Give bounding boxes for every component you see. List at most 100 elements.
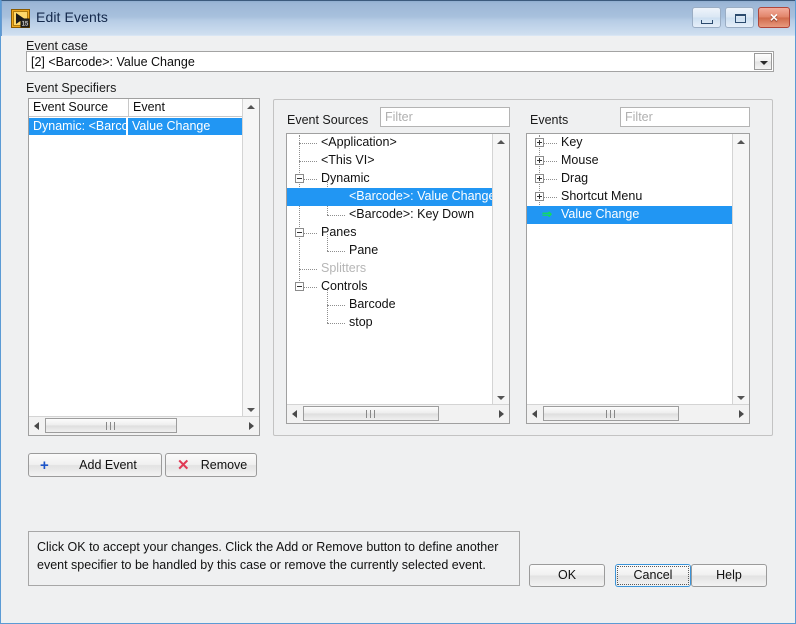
tree-item[interactable]: Splitters [287,260,509,278]
sources-horizontal-scrollbar[interactable] [287,404,509,423]
remove-button[interactable]: ✕ Remove [165,453,257,477]
hint-text: Click OK to accept your changes. Click t… [37,540,499,572]
svg-text:15: 15 [22,22,29,28]
scroll-grip-icon [366,410,376,418]
tree-item[interactable]: Mouse [527,152,749,170]
tree-item[interactable]: Dynamic [287,170,509,188]
ok-button[interactable]: OK [529,564,605,587]
tree-item[interactable]: <Barcode>: Key Down [287,206,509,224]
event-sources-filter-input[interactable] [380,107,510,127]
scroll-right-icon[interactable] [733,405,749,422]
assigned-event-arrow-icon: ⇒ [542,207,553,221]
scroll-up-icon[interactable] [733,134,749,150]
tree-item[interactable]: <Barcode>: Value Change [287,188,509,206]
scroll-up-icon[interactable] [493,134,509,150]
close-icon: × [769,9,779,25]
title-bar: 15 Edit Events × [1,0,795,36]
event-sources-tree-canvas: <Application> <This VI> Dynamic <Barcode>: … [287,134,509,388]
expand-icon[interactable] [535,138,544,147]
chevron-down-icon[interactable] [754,53,772,70]
scroll-left-icon[interactable] [287,405,303,422]
plus-icon: + [40,457,49,474]
scroll-left-icon[interactable] [29,417,45,434]
specifiers-horizontal-scrollbar[interactable] [29,416,259,435]
tree-item[interactable]: stop [287,314,509,332]
remove-label: Remove [200,458,248,472]
collapse-icon[interactable] [295,228,304,237]
tree-item-label: Pane [349,243,379,257]
tree-item[interactable]: ⇒ Value Change [527,206,749,224]
expand-icon[interactable] [535,174,544,183]
cancel-button[interactable]: Cancel [615,564,691,587]
tree-item[interactable]: Shortcut Menu [527,188,749,206]
events-filter-input[interactable] [620,107,750,127]
help-label: Help [716,568,742,582]
scroll-thumb[interactable] [45,418,177,433]
scroll-thumb[interactable] [303,406,439,421]
scroll-right-icon[interactable] [243,417,259,434]
tree-item[interactable]: Controls [287,278,509,296]
tree-item-label: <Barcode>: Value Change [349,189,496,203]
tree-item[interactable]: Panes [287,224,509,242]
expand-icon[interactable] [535,192,544,201]
scroll-up-icon[interactable] [243,99,259,115]
tree-item-label: Dynamic [321,171,370,185]
events-vertical-scrollbar[interactable] [732,134,749,406]
column-header-event[interactable]: Event [129,99,243,117]
tree-item-label: <Application> [321,135,397,149]
cell-event-source: Dynamic: <Barcode> [29,118,126,135]
cancel-label: Cancel [633,568,673,582]
tree-item-label: Barcode [349,297,396,311]
event-case-combo[interactable]: [2] <Barcode>: Value Change [26,51,774,72]
maximize-icon [735,14,746,23]
tree-item-label: <This VI> [321,153,375,167]
event-specifiers-label: Event Specifiers [26,81,117,95]
specifiers-vertical-scrollbar[interactable] [242,99,259,418]
events-horizontal-scrollbar[interactable] [527,404,749,423]
collapse-icon[interactable] [295,174,304,183]
tree-item[interactable]: Drag [527,170,749,188]
events-tree[interactable]: Key Mouse Drag Shortcut Menu ⇒ Value Change [526,133,750,424]
sources-vertical-scrollbar[interactable] [492,134,509,406]
close-button[interactable]: × [758,7,790,28]
tree-item[interactable]: <Application> [287,134,509,152]
events-tree-canvas: Key Mouse Drag Shortcut Menu ⇒ Value Change [527,134,749,388]
tree-item-label: Mouse [561,153,599,167]
add-event-label: Add Event [79,458,137,472]
table-row[interactable]: Dynamic: <Barcode> Value Change [29,118,243,135]
scroll-grip-icon [606,410,616,418]
events-label: Events [530,113,569,127]
tree-item-label: Value Change [561,207,640,221]
ok-label: OK [557,568,577,582]
tree-item[interactable]: <This VI> [287,152,509,170]
tree-item-label: <Barcode>: Key Down [349,207,475,221]
scroll-left-icon[interactable] [527,405,543,422]
tree-item[interactable]: Key [527,134,749,152]
collapse-icon[interactable] [295,282,304,291]
x-icon: ✕ [177,457,190,474]
window-title: Edit Events [36,9,108,25]
help-button[interactable]: Help [691,564,767,587]
event-specifiers-table[interactable]: Event Source Event Dynamic: <Barcode> Va… [28,98,260,436]
tree-item[interactable]: Pane [287,242,509,260]
tree-item-label: Panes [321,225,357,239]
event-sources-tree[interactable]: <Application> <This VI> Dynamic <Barcode>: … [286,133,510,424]
labview-event-icon: 15 [11,9,30,28]
tree-item-label: stop [349,315,373,329]
scroll-right-icon[interactable] [493,405,509,422]
tree-item[interactable]: Barcode [287,296,509,314]
scroll-grip-icon [106,422,116,430]
event-sources-label: Event Sources [287,113,369,127]
add-event-button[interactable]: + Add Event [28,453,162,477]
tree-item-label: Drag [561,171,589,185]
tree-item-label: Controls [321,279,368,293]
scroll-thumb[interactable] [543,406,679,421]
expand-icon[interactable] [535,156,544,165]
cell-event: Value Change [128,118,243,135]
minimize-button[interactable] [692,7,721,28]
column-header-event-source[interactable]: Event Source [29,99,129,117]
maximize-button[interactable] [725,7,754,28]
edit-events-dialog: 15 Edit Events × Event case [2] <Barcode… [0,0,796,624]
tree-item-label: Splitters [321,261,367,275]
event-case-value: [2] <Barcode>: Value Change [31,55,195,69]
